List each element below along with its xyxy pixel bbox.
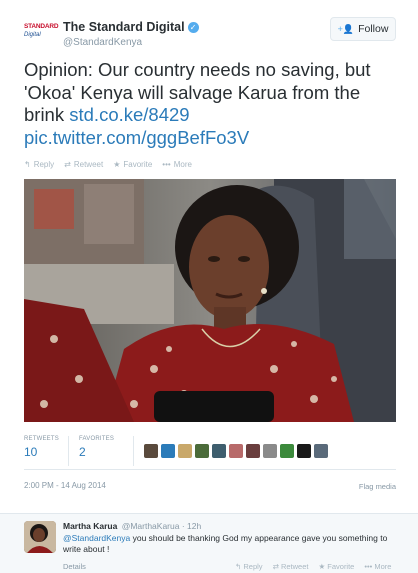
favoriter-avatar[interactable] (297, 444, 311, 458)
tweet-timestamp[interactable]: 2:00 PM - 14 Aug 2014 (24, 481, 106, 490)
add-user-icon: +👤 (337, 23, 355, 34)
retweet-label: Retweet (73, 160, 104, 169)
reply-details-link[interactable]: Details (63, 562, 86, 571)
reply-mention[interactable]: @StandardKenya (63, 533, 130, 543)
reply-more-action[interactable]: ••• More (364, 562, 391, 571)
reply-text: @StandardKenya you should be thanking Go… (63, 533, 393, 555)
stat-divider (68, 436, 69, 466)
reply-actions: ↰ Reply ⇄ Retweet ★ Favorite ••• More (235, 562, 391, 571)
favoriter-avatar[interactable] (195, 444, 209, 458)
reply-more-label: More (374, 562, 392, 571)
standard-logo-avatar[interactable]: STANDARD Digital (24, 23, 59, 49)
star-icon: ★ (318, 562, 328, 571)
star-icon: ★ (113, 160, 121, 169)
tweet-text: Opinion: Our country needs no saving, bu… (24, 59, 396, 149)
avatar-image (24, 521, 56, 553)
photo-image (24, 179, 396, 422)
reply-icon: ↰ (24, 160, 31, 169)
reply-action[interactable]: ↰ Reply (24, 160, 54, 169)
reply-retweet-action[interactable]: ⇄ Retweet (273, 562, 309, 571)
display-name[interactable]: The Standard Digital (63, 20, 185, 34)
reply-display-name[interactable]: Martha Karua (63, 521, 117, 531)
article-link[interactable]: std.co.ke/8429 (69, 104, 189, 125)
photo-link[interactable]: pic.twitter.com/gggBefFo3V (24, 127, 249, 148)
reply-name-row: Martha Karua @MarthaKarua · 12h (63, 521, 201, 531)
retweets-count: 10 (24, 445, 38, 459)
more-icon: ••• (364, 562, 375, 571)
reply-reply-action[interactable]: ↰ Reply (235, 562, 263, 571)
favoriter-avatar[interactable] (246, 444, 260, 458)
flag-media-link[interactable]: Flag media (359, 482, 396, 491)
verified-badge-icon: ✓ (187, 21, 199, 33)
reply-reply-label: Reply (243, 562, 263, 571)
tweet-header: STANDARD Digital The Standard Digital ✓ … (24, 17, 396, 58)
favorite-label: Favorite (123, 160, 153, 169)
favorites-stat[interactable]: FAVORITES 2 (79, 436, 114, 459)
favorite-action[interactable]: ★ Favorite (113, 160, 152, 169)
follow-label: Follow (358, 23, 389, 35)
retweet-action[interactable]: ⇄ Retweet (64, 160, 103, 169)
logo-line-1: STANDARD (24, 23, 59, 30)
favorites-label: FAVORITES (79, 436, 115, 442)
reply-tweet: Martha Karua @MarthaKarua · 12h @Standar… (0, 513, 418, 573)
stat-divider (133, 436, 134, 466)
retweets-label: RETWEETS (24, 436, 59, 442)
reply-favorite-label: Favorite (327, 562, 355, 571)
reply-avatar[interactable] (24, 521, 56, 553)
favoriter-avatar[interactable] (144, 444, 158, 458)
tweet-actions: ↰ Reply ⇄ Retweet ★ Favorite ••• More (24, 160, 192, 169)
more-icon: ••• (162, 160, 171, 169)
logo-line-2: Digital (24, 32, 41, 38)
user-handle[interactable]: @StandardKenya (63, 37, 142, 48)
favoriter-avatar[interactable] (263, 444, 277, 458)
follow-button[interactable]: +👤 Follow (330, 17, 396, 41)
more-action[interactable]: ••• More (162, 160, 192, 169)
retweets-stat[interactable]: RETWEETS 10 (24, 436, 59, 459)
favoriter-avatar[interactable] (178, 444, 192, 458)
favoriter-avatar[interactable] (280, 444, 294, 458)
name-row: The Standard Digital ✓ (63, 20, 199, 34)
reply-time[interactable]: · 12h (182, 521, 201, 531)
reply-handle[interactable]: @MarthaKarua (122, 521, 180, 531)
more-label: More (173, 160, 192, 169)
retweet-icon: ⇄ (272, 562, 281, 571)
favorites-count: 2 (79, 445, 86, 459)
tweet-photo[interactable] (24, 179, 396, 422)
favoriters-avatars (144, 444, 328, 458)
reply-retweet-label: Retweet (280, 562, 309, 571)
favoriter-avatar[interactable] (161, 444, 175, 458)
favoriter-avatar[interactable] (314, 444, 328, 458)
favoriter-avatar[interactable] (212, 444, 226, 458)
reply-favorite-action[interactable]: ★ Favorite (318, 562, 354, 571)
reply-label: Reply (33, 160, 55, 169)
retweet-icon: ⇄ (64, 160, 71, 169)
tweet-stats: RETWEETS 10 FAVORITES 2 (24, 436, 396, 470)
favoriter-avatar[interactable] (229, 444, 243, 458)
